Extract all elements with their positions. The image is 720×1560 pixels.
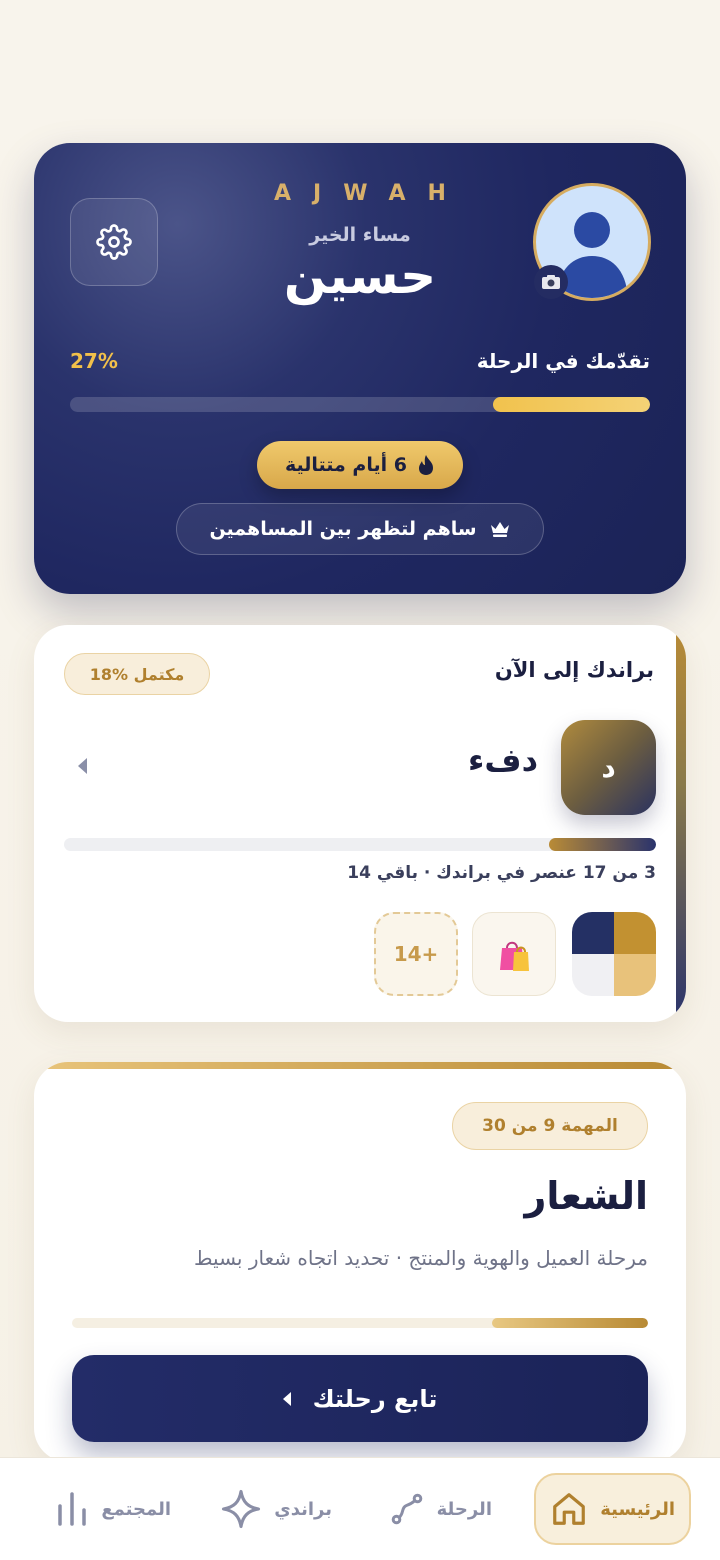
nav-community-label: المجتمع <box>101 1498 171 1520</box>
brand-progress-bar <box>64 838 656 851</box>
continue-journey-button[interactable]: تابع رحلتك <box>72 1355 648 1442</box>
brand-name: دفء <box>468 741 538 779</box>
current-task-card: المهمة 9 من 30 الشعار مرحلة العميل والهو… <box>34 1062 686 1462</box>
nav-community[interactable]: المجتمع <box>55 1473 171 1545</box>
nav-journey[interactable]: الرحلة <box>389 1473 492 1545</box>
nav-home-label: الرئيسية <box>600 1498 675 1520</box>
sparkle-icon <box>222 1489 261 1529</box>
bar-chart-icon <box>58 1492 87 1526</box>
task-number-badge: المهمة 9 من 30 <box>452 1102 648 1150</box>
shopping-bag-thumbnail[interactable] <box>472 912 556 996</box>
journey-progress-bar <box>70 397 650 412</box>
brand-items-summary: 3 من 17 عنصر في براندك · باقي 14 <box>347 863 656 883</box>
brand-progress-fill <box>549 838 656 851</box>
hero-card: AJWAH مساء الخير حسين تقدّمك في الرحلة 2… <box>34 143 686 594</box>
task-progress-bar <box>72 1318 648 1328</box>
card-accent-edge <box>676 625 686 1022</box>
change-photo-button[interactable] <box>534 265 568 299</box>
route-icon <box>391 1493 422 1525</box>
bottom-navigation: الرئيسية الرحلة براندي المجتمع <box>0 1457 720 1560</box>
streak-badge[interactable]: 6 أيام متتالية <box>257 441 463 489</box>
nav-mybrand-label: براندي <box>274 1498 332 1520</box>
task-title: الشعار <box>524 1174 648 1218</box>
shopping-bags-icon <box>500 941 529 971</box>
home-icon <box>553 1493 586 1525</box>
task-progress-fill <box>492 1318 648 1328</box>
nav-mybrand[interactable]: براندي <box>220 1473 332 1545</box>
journey-progress-percent: 27% <box>70 349 118 373</box>
camera-icon <box>542 275 560 289</box>
color-palette-thumbnail[interactable] <box>572 912 656 996</box>
journey-progress-label: تقدّمك في الرحلة <box>476 349 650 373</box>
journey-progress-fill <box>493 397 650 412</box>
app-screen: AJWAH مساء الخير حسين تقدّمك في الرحلة 2… <box>0 0 720 1560</box>
brand-card-title: براندك إلى الآن <box>494 658 654 682</box>
contributors-button[interactable]: ساهم لتظهر بين المساهمين <box>176 503 544 555</box>
arrow-left-icon <box>282 1391 291 1406</box>
more-items-button[interactable]: 14+ <box>374 912 458 996</box>
nav-home[interactable]: الرئيسية <box>534 1473 691 1545</box>
card-accent-bar <box>34 1062 686 1069</box>
flame-icon <box>419 455 433 475</box>
completion-badge: 18% مكتمل <box>64 653 210 695</box>
streak-text: 6 أيام متتالية <box>285 454 407 476</box>
nav-journey-label: الرحلة <box>436 1498 492 1520</box>
crown-icon <box>490 522 509 537</box>
continue-journey-label: تابع رحلتك <box>312 1384 438 1413</box>
brand-logo-tile: د <box>561 720 656 815</box>
chevron-left-icon[interactable] <box>78 758 87 774</box>
task-description: مرحلة العميل والهوية والمنتج · تحديد اتج… <box>194 1246 648 1270</box>
contributors-text: ساهم لتظهر بين المساهمين <box>209 518 477 540</box>
brand-progress-card[interactable]: براندك إلى الآن 18% مكتمل د دفء 3 من 17 … <box>34 625 686 1022</box>
